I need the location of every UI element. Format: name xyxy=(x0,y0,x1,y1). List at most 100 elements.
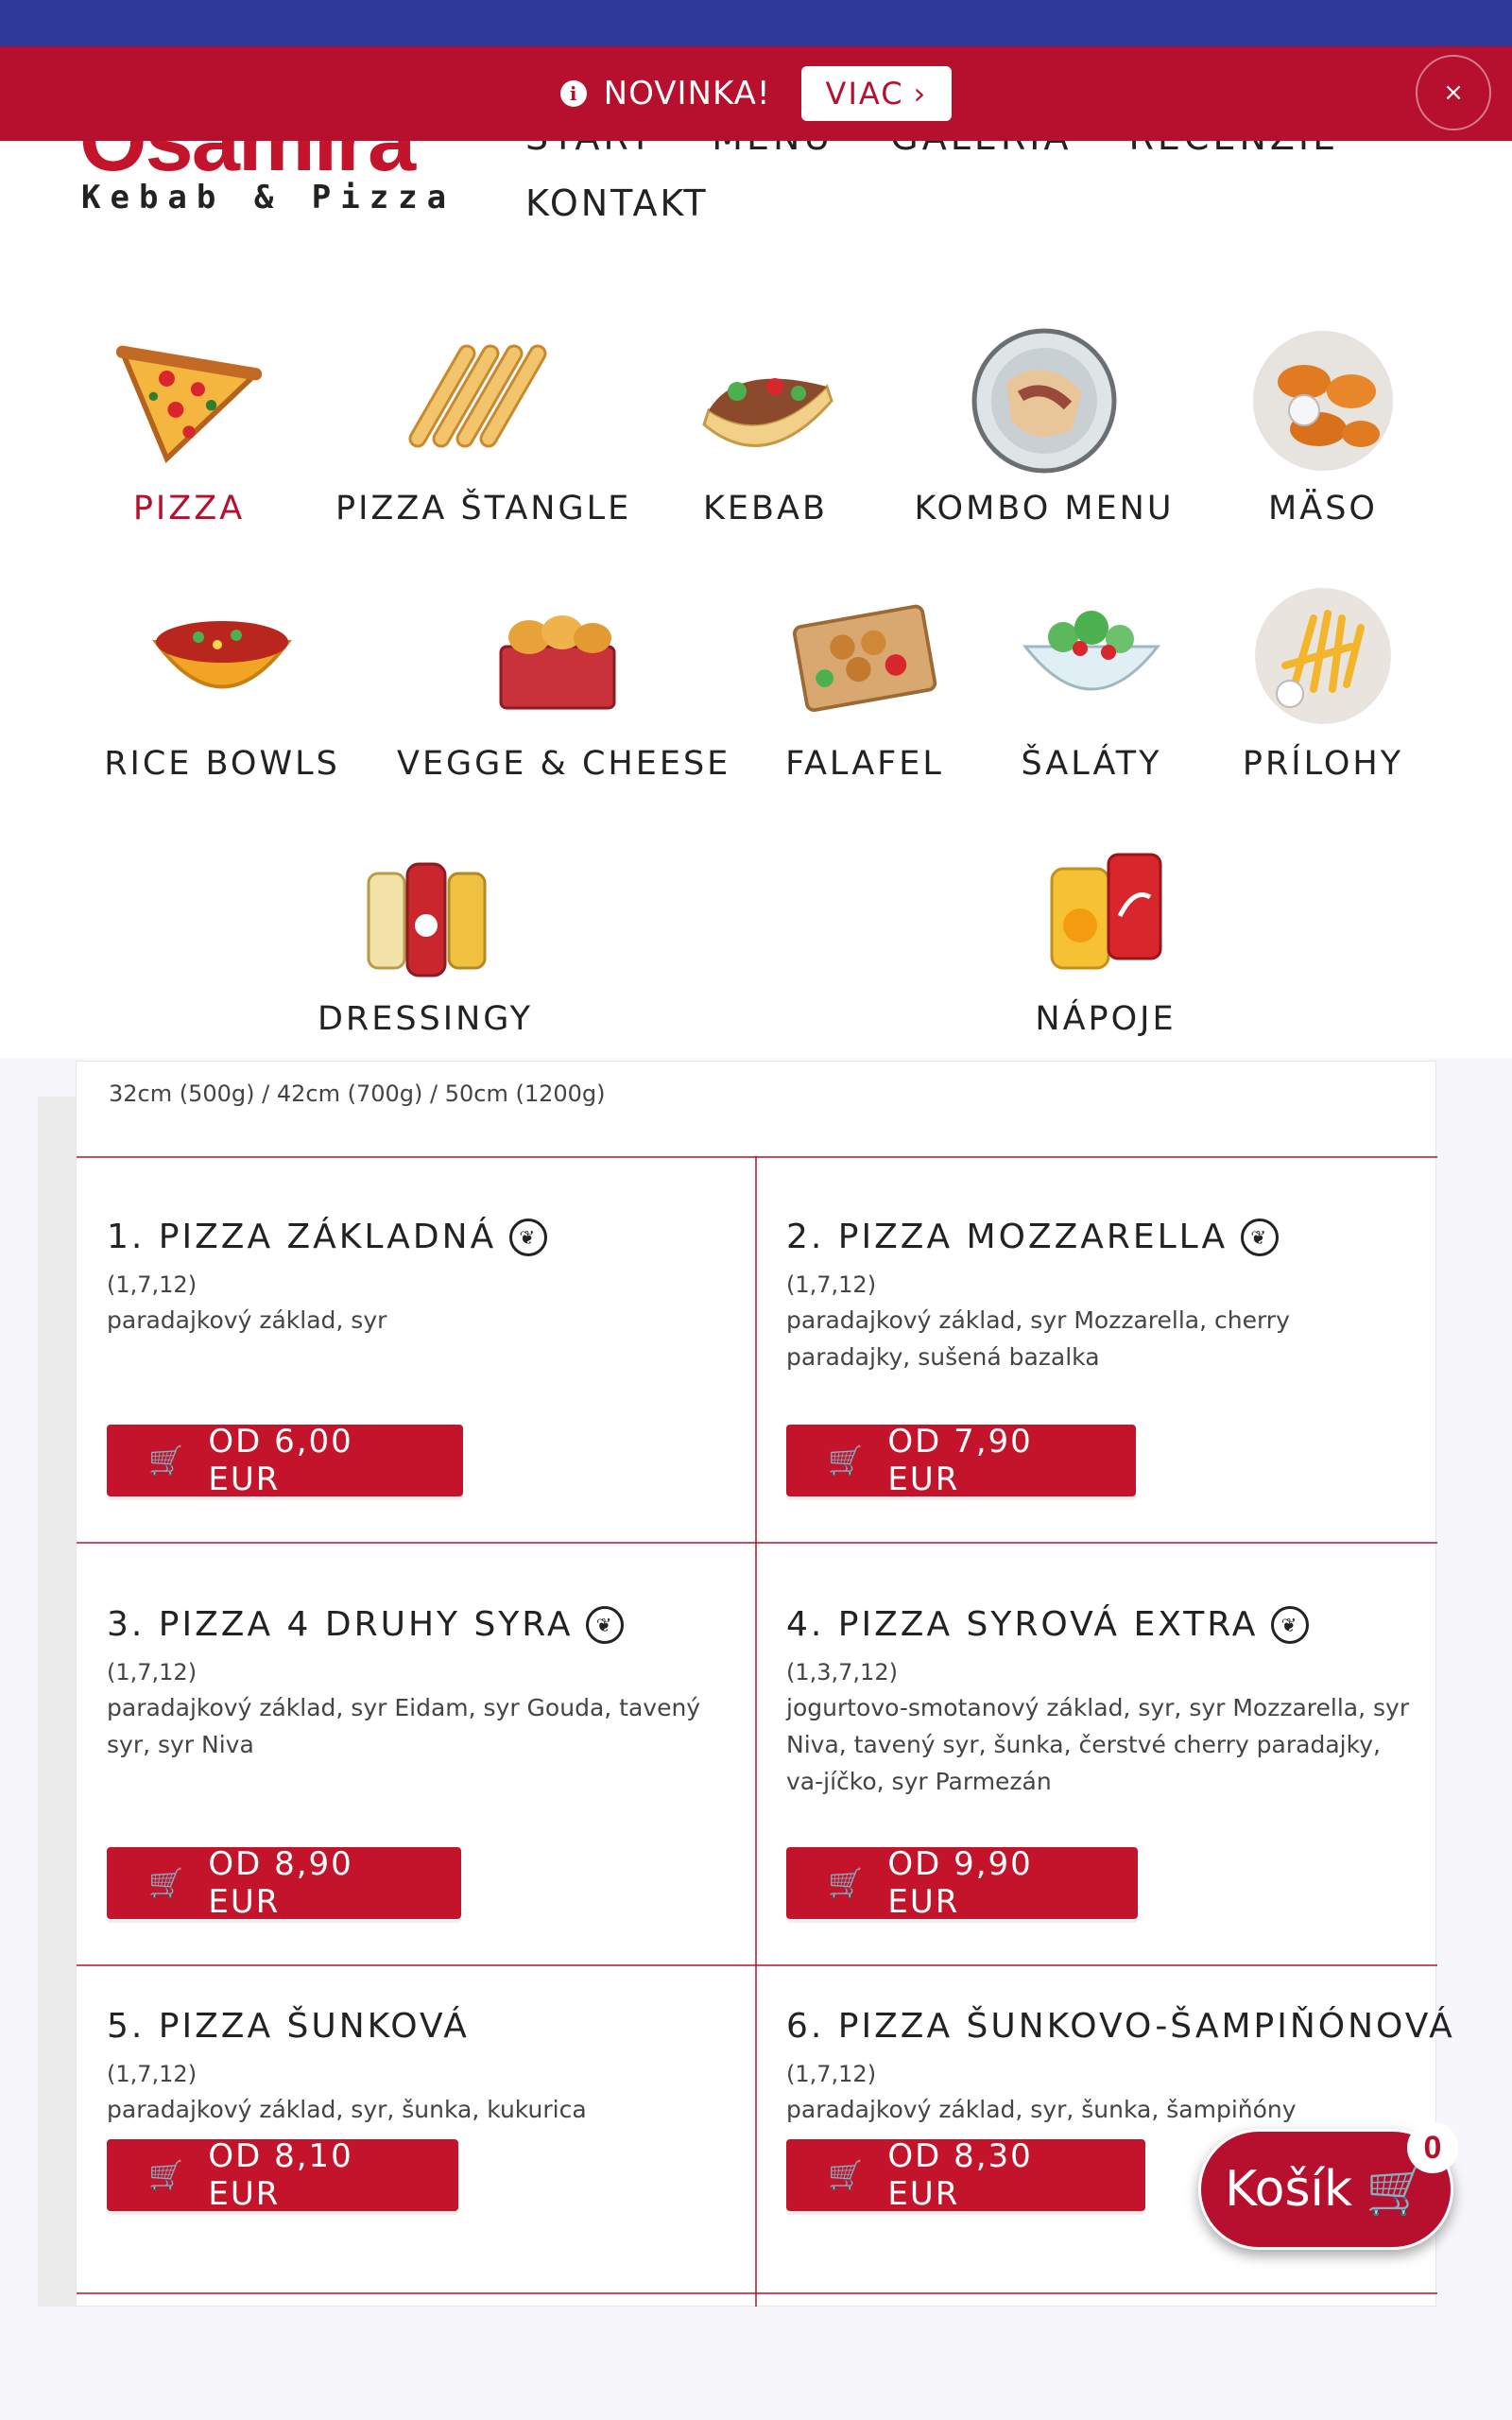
price-label: OD 8,30 EUR xyxy=(887,2137,1033,2213)
nav-item-start[interactable]: START xyxy=(525,141,655,154)
promo-more-button[interactable]: VIAC › xyxy=(800,66,953,121)
category-prilohy[interactable]: PRÍLOHY xyxy=(1219,580,1427,783)
nav-item-menu[interactable]: MENU xyxy=(712,141,833,154)
vegetarian-leaf-icon: ❦ xyxy=(586,1605,625,1644)
category-label: DRESSINGY xyxy=(317,1000,534,1038)
falafel-icon xyxy=(789,580,940,732)
item-title: 1. PIZZA ZÁKLADNÁ xyxy=(107,1218,497,1256)
item-allergens: (1,7,12) xyxy=(107,2061,198,2087)
category-label: KOMBO MENU xyxy=(914,490,1175,527)
item-title-row: 5. PIZZA ŠUNKOVÁ xyxy=(107,2007,768,2046)
category-maso[interactable]: MÄSO xyxy=(1219,325,1427,527)
cart-count-badge: 0 xyxy=(1407,2122,1458,2173)
top-strip xyxy=(0,0,1512,47)
size-note: 32cm (500g) / 42cm (700g) / 50cm (1200g) xyxy=(109,1080,606,1107)
add-to-cart-button[interactable]: 🛒 OD 6,00 EUR xyxy=(107,1423,463,1498)
category-label: FALAFEL xyxy=(785,745,944,783)
menu-item: 2. PIZZA MOZZARELLA ❦ (1,7,12) paradajko… xyxy=(786,1218,1448,1520)
price-label: OD 6,00 EUR xyxy=(208,1423,353,1498)
add-to-cart-button[interactable]: 🛒 OD 8,30 EUR xyxy=(786,2137,1145,2213)
cart-label: Košík xyxy=(1225,2161,1353,2218)
item-title: 5. PIZZA ŠUNKOVÁ xyxy=(107,2007,470,2046)
price-label: OD 8,90 EUR xyxy=(208,1845,353,1921)
category-pizza-stangle[interactable]: PIZZA ŠTANGLE xyxy=(335,325,628,527)
breadsticks-icon xyxy=(402,325,553,476)
dressing-icon xyxy=(350,836,501,987)
promo-content: i NOVINKA! VIAC › xyxy=(559,66,953,121)
promo-label: NOVINKA! xyxy=(603,75,771,112)
divider xyxy=(77,1156,1437,1158)
category-label: RICE BOWLS xyxy=(104,745,340,783)
item-description: paradajkový základ, syr, šunka, kukurica xyxy=(107,2096,587,2123)
item-description: paradajkový základ, syr, šunka, šampiňón… xyxy=(786,2096,1297,2123)
combo-icon xyxy=(969,325,1120,476)
menu-item: 1. PIZZA ZÁKLADNÁ ❦ (1,7,12) paradajkový… xyxy=(107,1218,768,1520)
logo-tagline: Kebab & Pizza xyxy=(81,179,456,216)
cart-icon: 🛒 xyxy=(148,1443,186,1478)
drink-icon xyxy=(1030,836,1181,987)
category-grid: PIZZA PIZZA ŠTANGLE KEBAB KOMBO MENU MÄS… xyxy=(0,283,1512,1058)
item-description: paradajkový základ, syr Eidam, syr Gouda… xyxy=(107,1694,701,1758)
category-kombo-menu[interactable]: KOMBO MENU xyxy=(898,325,1191,527)
item-allergens: (1,7,12) xyxy=(107,1659,198,1685)
add-to-cart-button[interactable]: 🛒 OD 8,10 EUR xyxy=(107,2137,458,2213)
menu-item: 4. PIZZA SYROVÁ EXTRA ❦ (1,3,7,12) jogur… xyxy=(786,1605,1448,1945)
cart-icon: 🛒 xyxy=(828,1866,866,1900)
page-bottom xyxy=(0,2307,1512,2420)
item-title: 3. PIZZA 4 DRUHY SYRA xyxy=(107,1605,574,1644)
category-rice-bowls[interactable]: RICE BOWLS xyxy=(104,580,340,783)
category-label: ŠALÁTY xyxy=(1021,745,1162,783)
item-title: 2. PIZZA MOZZARELLA xyxy=(786,1218,1228,1256)
divider xyxy=(77,1542,1437,1544)
price-label: OD 9,90 EUR xyxy=(887,1845,1033,1921)
divider xyxy=(77,2292,1437,2294)
category-label: NÁPOJE xyxy=(1035,1000,1177,1038)
item-description: jogurtovo-smotanový základ, syr, syr Moz… xyxy=(786,1694,1410,1795)
category-napoje[interactable]: NÁPOJE xyxy=(1011,836,1200,1038)
category-label: MÄSO xyxy=(1268,490,1378,527)
cart-icon: 🛒 xyxy=(148,2158,186,2192)
site-header: Osamira Kebab & Pizza START MENU GALÉRIA… xyxy=(0,141,1512,283)
salad-icon xyxy=(1016,580,1167,732)
close-icon: × xyxy=(1443,78,1464,107)
promo-bar: i NOVINKA! VIAC › × xyxy=(0,46,1512,141)
category-salaty[interactable]: ŠALÁTY xyxy=(1002,580,1181,783)
item-description: paradajkový základ, syr xyxy=(107,1306,387,1334)
add-to-cart-button[interactable]: 🛒 OD 9,90 EUR xyxy=(786,1845,1138,1921)
add-to-cart-button[interactable]: 🛒 OD 8,90 EUR xyxy=(107,1845,461,1921)
cart-icon: 🛒 xyxy=(148,1866,186,1900)
fries-icon xyxy=(1247,580,1399,732)
price-label: OD 8,10 EUR xyxy=(208,2137,353,2213)
cart-icon: 🛒 xyxy=(1366,2161,1427,2219)
promo-more-label: VIAC xyxy=(825,76,904,112)
divider xyxy=(77,1964,1437,1966)
category-dressingy[interactable]: DRESSINGY xyxy=(312,836,539,1038)
item-allergens: (1,7,12) xyxy=(786,2061,877,2087)
category-label: KEBAB xyxy=(702,490,829,527)
category-label: VEGGE & CHEESE xyxy=(397,745,731,783)
item-description: paradajkový základ, syr Mozzarella, cher… xyxy=(786,1306,1290,1371)
item-title: 6. PIZZA ŠUNKOVO-ŠAMPIŇÓNOVÁ xyxy=(786,2007,1455,2046)
nav-item-galeria[interactable]: GALÉRIA xyxy=(890,141,1072,154)
site-logo[interactable]: Osamira Kebab & Pizza xyxy=(79,141,457,216)
item-title-row: 3. PIZZA 4 DRUHY SYRA ❦ xyxy=(107,1605,768,1644)
item-title: 4. PIZZA SYROVÁ EXTRA xyxy=(786,1605,1259,1644)
category-vegge-cheese[interactable]: VEGGE & CHEESE xyxy=(397,580,731,783)
nav-item-recenzie[interactable]: RECENZIE xyxy=(1129,141,1340,154)
close-promo-button[interactable]: × xyxy=(1416,55,1491,130)
category-kebab[interactable]: KEBAB xyxy=(671,325,860,527)
bowl-icon xyxy=(146,580,298,732)
category-label: PRÍLOHY xyxy=(1242,745,1404,783)
item-allergens: (1,7,12) xyxy=(107,1271,198,1298)
item-allergens: (1,3,7,12) xyxy=(786,1659,898,1685)
category-falafel[interactable]: FALAFEL xyxy=(770,580,959,783)
cart-button[interactable]: Košík 🛒 0 xyxy=(1198,2122,1458,2250)
category-pizza[interactable]: PIZZA xyxy=(85,325,293,527)
nav-item-kontakt[interactable]: KONTAKT xyxy=(525,182,709,224)
menu-item: 3. PIZZA 4 DRUHY SYRA ❦ (1,7,12) paradaj… xyxy=(107,1605,768,1945)
cart-icon: 🛒 xyxy=(828,2158,866,2192)
add-to-cart-button[interactable]: 🛒 OD 7,90 EUR xyxy=(786,1423,1136,1498)
item-title-row: 1. PIZZA ZÁKLADNÁ ❦ xyxy=(107,1218,768,1256)
price-label: OD 7,90 EUR xyxy=(887,1423,1033,1498)
kebab-icon xyxy=(690,325,841,476)
